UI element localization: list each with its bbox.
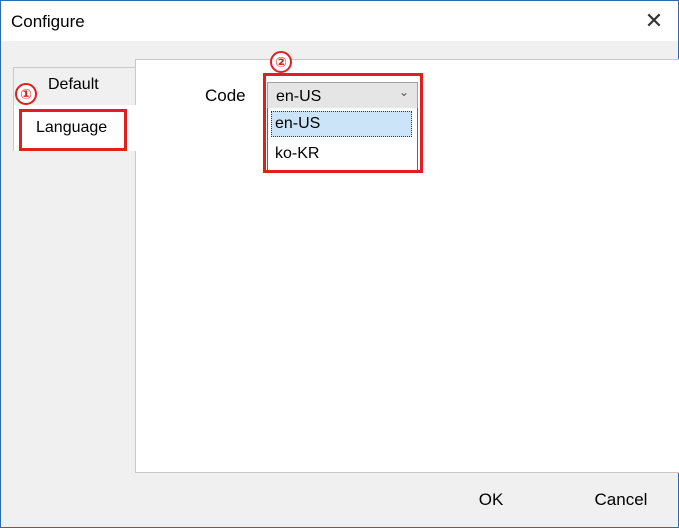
annotation-1-marker: ① bbox=[15, 83, 37, 105]
ok-button[interactable]: OK bbox=[461, 485, 521, 515]
annotation-1-highlight bbox=[19, 109, 127, 151]
close-icon: ✕ bbox=[644, 8, 664, 33]
tab-default-label: Default bbox=[48, 76, 99, 93]
annotation-2-marker: ② bbox=[270, 51, 292, 73]
cancel-button[interactable]: Cancel bbox=[581, 485, 661, 515]
close-button[interactable]: ✕ bbox=[634, 5, 674, 37]
configure-dialog: Configure ✕ Default Language Code en-US … bbox=[0, 0, 679, 528]
title-bar: Configure ✕ bbox=[1, 1, 678, 41]
annotation-2-highlight bbox=[263, 73, 423, 173]
window-title: Configure bbox=[11, 12, 85, 31]
cancel-button-label: Cancel bbox=[594, 490, 648, 509]
ok-button-label: OK bbox=[478, 490, 504, 509]
code-label: Code bbox=[205, 86, 246, 105]
